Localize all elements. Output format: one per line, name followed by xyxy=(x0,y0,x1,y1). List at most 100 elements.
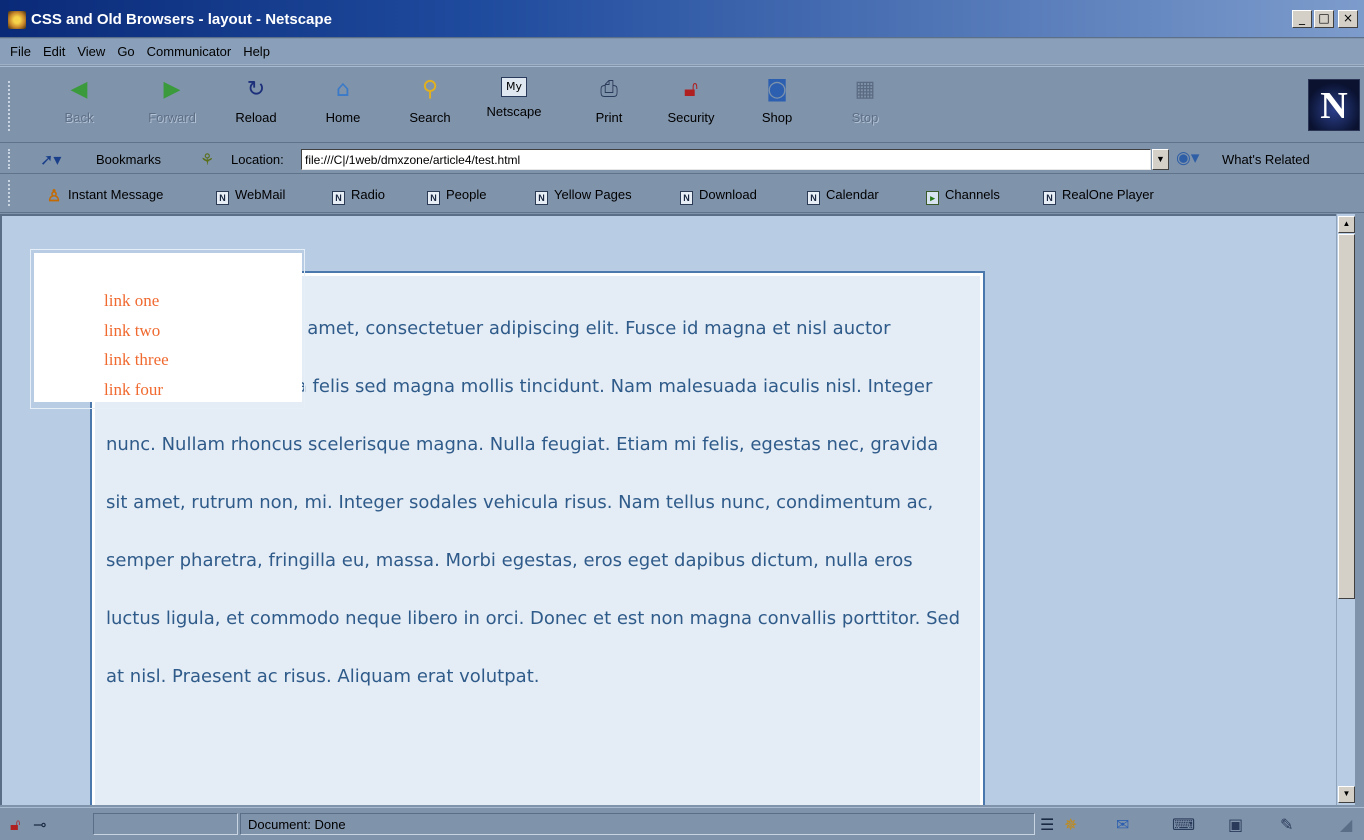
search-label: Search xyxy=(409,110,451,125)
personal-item-channels[interactable]: ▸ Channels xyxy=(926,187,1000,205)
personal-toolbar: ♙ Instant Message N WebMail N Radio N People… xyxy=(0,175,1364,213)
my-netscape-icon: My xyxy=(501,77,527,97)
toolbar-grip[interactable] xyxy=(8,149,14,169)
back-button[interactable]: ◀ Back xyxy=(44,77,114,135)
url-dropdown-button[interactable]: ▼ xyxy=(1152,149,1169,170)
personal-item-label: RealOne Player xyxy=(1062,187,1154,202)
personal-item-instant-message[interactable]: ♙ Instant Message xyxy=(46,187,164,205)
address-book-icon[interactable]: ▣ xyxy=(1228,815,1243,834)
personal-item-download[interactable]: N Download xyxy=(680,187,757,205)
shop-button[interactable]: ◙ Shop xyxy=(742,77,812,135)
bookmark-page-icon: N xyxy=(680,191,693,205)
my-netscape-button[interactable]: My Netscape xyxy=(479,77,549,135)
stop-icon: ▦ xyxy=(854,77,876,102)
minimize-button[interactable]: _ xyxy=(1292,10,1312,28)
personal-item-calendar[interactable]: N Calendar xyxy=(807,187,879,205)
status-text-cell xyxy=(240,813,1035,835)
menu-help[interactable]: Help xyxy=(237,44,276,59)
reload-label: Reload xyxy=(235,110,277,125)
location-label: Location: xyxy=(231,152,284,167)
personal-item-label: Download xyxy=(699,187,757,202)
bookmarks-button[interactable]: Bookmarks xyxy=(96,152,161,167)
menu-file[interactable]: File xyxy=(4,44,37,59)
status-text: Document: Done xyxy=(248,817,346,832)
nav-link-three[interactable]: link three xyxy=(104,345,169,375)
security-button[interactable]: 🔓︎ Security xyxy=(656,77,726,135)
close-button[interactable]: × xyxy=(1338,10,1358,28)
bookmark-page-icon: N xyxy=(1043,191,1056,205)
nav-link-one[interactable]: link one xyxy=(104,286,169,316)
bookmark-page-icon: N xyxy=(807,191,820,205)
page-viewport[interactable]: Lorem ipsum dolor sit amet, consectetuer… xyxy=(0,214,1336,805)
nav-link-two[interactable]: link two xyxy=(104,316,169,346)
security-lock-icon: 🔓︎ xyxy=(683,77,699,102)
maximize-button[interactable]: □ xyxy=(1314,10,1334,28)
whats-related-icon[interactable]: ◉▾ xyxy=(1176,148,1199,168)
resize-grip-icon[interactable]: ◢ xyxy=(1340,815,1352,834)
forward-label: Forward xyxy=(148,110,196,125)
menu-bar: File Edit View Go Communicator Help xyxy=(0,39,1364,65)
menu-communicator[interactable]: Communicator xyxy=(141,44,238,59)
nav-menu-box: link one link two link three link four xyxy=(30,249,305,409)
personal-item-label: Radio xyxy=(351,187,385,202)
menu-view[interactable]: View xyxy=(71,44,111,59)
stop-label: Stop xyxy=(851,110,879,125)
vertical-scrollbar[interactable]: ▲ ▼ xyxy=(1336,214,1355,805)
url-input[interactable] xyxy=(301,149,1151,170)
netscape-label: Netscape xyxy=(486,104,542,119)
navigator-icon[interactable]: ✵ xyxy=(1064,815,1077,834)
toolbar-grip[interactable] xyxy=(8,81,14,131)
scroll-down-button[interactable]: ▼ xyxy=(1338,786,1355,803)
scroll-up-button[interactable]: ▲ xyxy=(1338,216,1355,233)
newsgroups-icon[interactable]: ⌨ xyxy=(1172,815,1195,834)
location-icon[interactable]: ⚘ xyxy=(200,150,214,170)
personal-item-label: WebMail xyxy=(235,187,286,202)
personal-item-yellow-pages[interactable]: N Yellow Pages xyxy=(535,187,632,205)
bookmark-page-icon: N xyxy=(332,191,345,205)
menu-edit[interactable]: Edit xyxy=(37,44,71,59)
bookmarks-icon[interactable]: ➚▾ xyxy=(40,150,70,169)
reload-button[interactable]: ↻ Reload xyxy=(221,77,291,135)
back-label: Back xyxy=(64,110,94,125)
personal-item-people[interactable]: N People xyxy=(427,187,486,205)
personal-item-label: Channels xyxy=(945,187,1000,202)
stop-button[interactable]: ▦ Stop xyxy=(830,77,900,135)
component-bar-handle-icon[interactable]: ☰ xyxy=(1040,815,1054,834)
personal-item-label: Instant Message xyxy=(68,187,164,202)
channels-icon: ▸ xyxy=(926,191,939,205)
bookmark-page-icon: N xyxy=(427,191,440,205)
scroll-thumb[interactable] xyxy=(1338,234,1355,599)
shop-label: Shop xyxy=(761,110,793,125)
instant-message-icon: ♙ xyxy=(46,188,62,205)
mail-icon[interactable]: ✉ xyxy=(1116,815,1129,834)
personal-item-label: People xyxy=(446,187,487,202)
forward-button[interactable]: ▶ Forward xyxy=(137,77,207,135)
nav-menu-panel: link one link two link three link four xyxy=(34,253,302,402)
home-button[interactable]: ⌂ Home xyxy=(308,77,378,135)
security-label: Security xyxy=(667,110,715,125)
bookmark-page-icon: N xyxy=(216,191,229,205)
home-icon: ⌂ xyxy=(336,77,350,102)
personal-item-radio[interactable]: N Radio xyxy=(332,187,385,205)
window-frame-right xyxy=(1355,214,1364,805)
security-status-icon[interactable]: 🔓︎ xyxy=(10,815,20,835)
menu-go[interactable]: Go xyxy=(111,44,140,59)
toolbar-grip[interactable] xyxy=(8,180,14,206)
personal-item-realone-player[interactable]: N RealOne Player xyxy=(1043,187,1154,205)
nav-link-four[interactable]: link four xyxy=(104,375,169,405)
whats-related-button[interactable]: What's Related xyxy=(1222,152,1310,167)
print-icon: ⎙ xyxy=(600,77,618,102)
personal-item-label: Yellow Pages xyxy=(554,187,632,202)
personal-item-label: Calendar xyxy=(826,187,879,202)
print-button[interactable]: ⎙ Print xyxy=(574,77,644,135)
personal-item-webmail[interactable]: N WebMail xyxy=(216,187,285,205)
search-icon: ⚲ xyxy=(421,77,439,102)
netscape-logo[interactable]: N xyxy=(1308,79,1360,131)
netscape-app-icon[interactable] xyxy=(8,11,26,29)
search-button[interactable]: ⚲ Search xyxy=(395,77,465,135)
composer-icon[interactable]: ✎ xyxy=(1280,815,1293,834)
home-label: Home xyxy=(325,110,361,125)
connection-status-icon[interactable]: ⊸ xyxy=(33,815,46,834)
title-bar[interactable]: CSS and Old Browsers - layout - Netscape… xyxy=(0,0,1364,38)
progress-cell xyxy=(93,813,238,835)
